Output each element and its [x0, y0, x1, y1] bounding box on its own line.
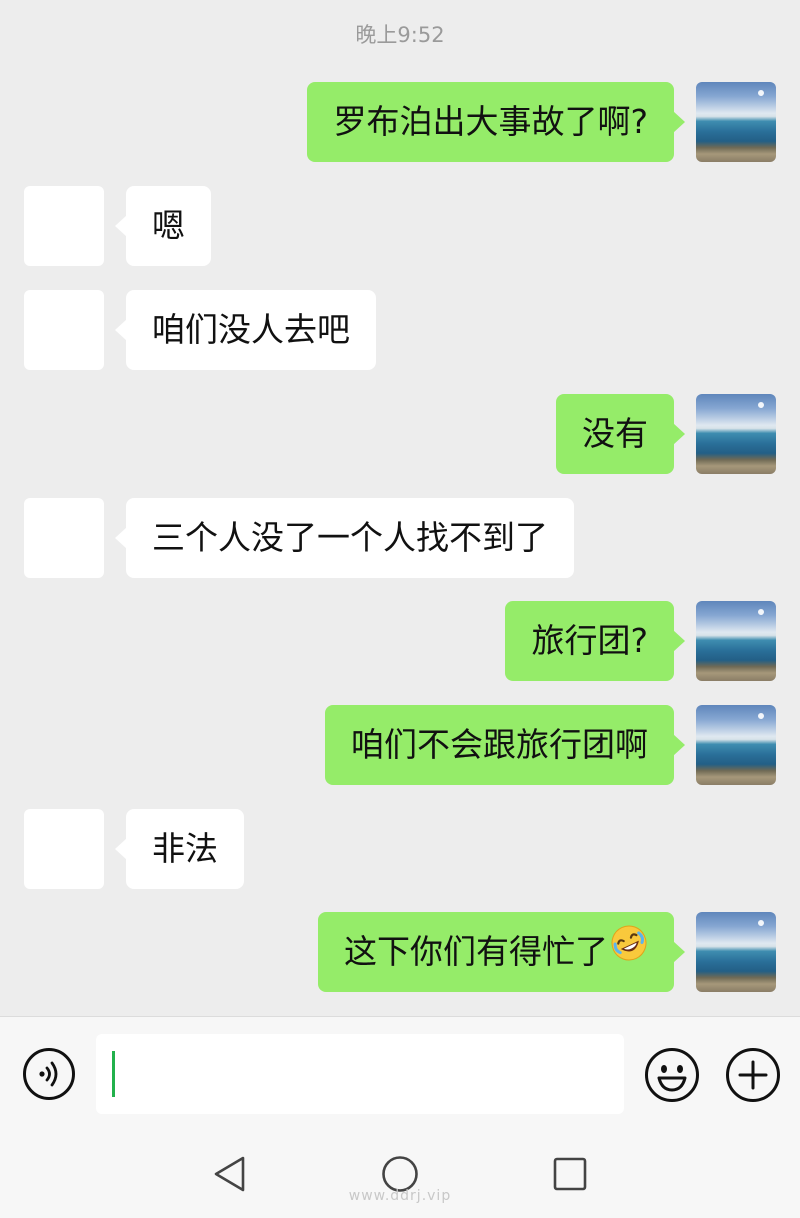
message-text: 旅行团? — [531, 621, 648, 660]
message-row: 这下你们有得忙了 — [0, 912, 800, 992]
rolling-on-floor-laughing-icon — [610, 911, 648, 991]
received-message-bubble[interactable]: 三个人没了一个人找不到了 — [115, 498, 574, 578]
message-row: 罗布泊出大事故了啊? — [0, 82, 800, 162]
sent-message-bubble[interactable]: 没有 — [556, 394, 685, 474]
my-avatar[interactable] — [696, 82, 776, 162]
text-caret — [112, 1051, 115, 1097]
message-text: 非法 — [152, 829, 218, 868]
message-text: 三个人没了一个人找不到了 — [152, 518, 548, 557]
chat-screen: 晚上9:52 罗布泊出大事故了啊? 嗯 咱们没人去吧 没有 三个人没了一个人找不… — [0, 0, 800, 1218]
system-navigation-bar — [0, 1132, 800, 1218]
message-row: 咱们不会跟旅行团啊 — [0, 705, 800, 785]
message-text: 这下你们有得忙了 — [344, 932, 608, 971]
message-timestamp: 晚上9:52 — [355, 23, 445, 47]
message-text: 咱们不会跟旅行团啊 — [351, 725, 648, 764]
message-text: 没有 — [582, 414, 648, 453]
contact-avatar[interactable] — [24, 809, 104, 889]
message-row: 非法 — [0, 809, 800, 889]
watermark: www.ddrj.vip — [348, 1188, 452, 1204]
sent-message-bubble[interactable]: 这下你们有得忙了 — [318, 911, 685, 992]
message-row: 咱们没人去吧 — [0, 290, 800, 370]
message-row: 没有 — [0, 394, 800, 474]
plus-circle-icon[interactable] — [725, 1047, 781, 1103]
contact-avatar[interactable] — [24, 186, 104, 266]
contact-avatar[interactable] — [24, 290, 104, 370]
smiley-icon[interactable] — [644, 1047, 700, 1103]
my-avatar[interactable] — [696, 912, 776, 992]
sent-message-bubble[interactable]: 罗布泊出大事故了啊? — [307, 82, 685, 162]
received-message-bubble[interactable]: 嗯 — [115, 186, 211, 266]
received-message-bubble[interactable]: 咱们没人去吧 — [115, 290, 376, 370]
my-avatar[interactable] — [696, 394, 776, 474]
contact-avatar[interactable] — [24, 498, 104, 578]
message-row: 旅行团? — [0, 601, 800, 681]
sent-message-bubble[interactable]: 咱们不会跟旅行团啊 — [325, 705, 685, 785]
my-avatar[interactable] — [696, 705, 776, 785]
voice-icon[interactable] — [22, 1047, 76, 1101]
my-avatar[interactable] — [696, 601, 776, 681]
message-input[interactable] — [96, 1034, 624, 1114]
sent-message-bubble[interactable]: 旅行团? — [505, 601, 685, 681]
message-row: 嗯 — [0, 186, 800, 266]
message-row: 三个人没了一个人找不到了 — [0, 498, 800, 578]
input-bar — [0, 1016, 800, 1132]
message-text: 咱们没人去吧 — [152, 310, 350, 349]
message-text: 嗯 — [152, 206, 185, 245]
message-text: 罗布泊出大事故了啊? — [333, 102, 648, 141]
received-message-bubble[interactable]: 非法 — [115, 809, 244, 889]
